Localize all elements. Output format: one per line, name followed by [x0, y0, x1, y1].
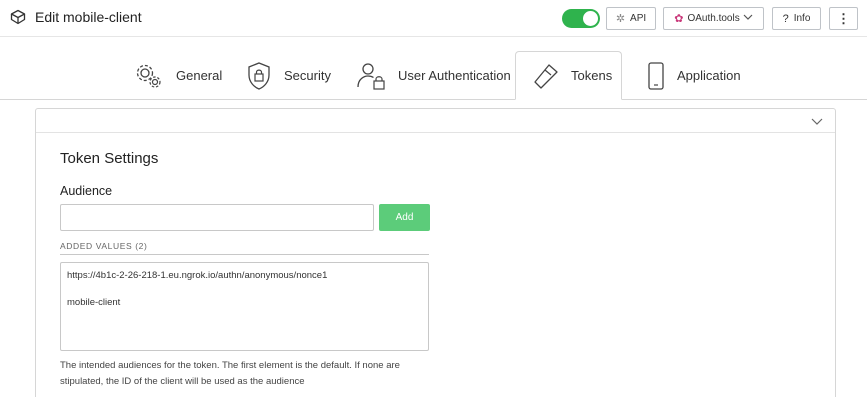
gears-icon [136, 64, 161, 88]
flower-icon: ✿ [674, 13, 684, 25]
tab-user-authentication-label: User Authentication [398, 68, 511, 83]
section-title: Token Settings [60, 150, 159, 167]
phone-icon [648, 61, 664, 90]
network-icon: ✲ [615, 13, 626, 25]
tab-general[interactable]: General [134, 52, 222, 99]
api-button-label: API [630, 13, 647, 24]
kebab-icon: ⋮ [837, 10, 850, 26]
tab-security[interactable]: Security [246, 52, 331, 99]
user-lock-icon [357, 62, 385, 90]
api-button[interactable]: ✲ API [606, 7, 656, 30]
tab-user-authentication[interactable]: User Authentication [356, 52, 511, 99]
tab-tokens[interactable]: Tokens [515, 51, 622, 100]
tab-application-label: Application [677, 68, 741, 83]
audience-help-text: The intended audiences for the token. Th… [60, 360, 400, 387]
shield-lock-icon [248, 61, 270, 90]
tab-security-label: Security [284, 68, 331, 83]
added-values-label: ADDED VALUES (2) [60, 241, 148, 251]
oauth-tools-button[interactable]: ✿ OAuth.tools [663, 7, 764, 30]
list-item[interactable]: https://4b1c-2-26-218-1.eu.ngrok.io/auth… [67, 269, 422, 283]
added-values-list: https://4b1c-2-26-218-1.eu.ngrok.io/auth… [60, 262, 429, 351]
audience-label: Audience [60, 184, 113, 198]
tab-application[interactable]: Application [647, 52, 741, 99]
panel-header [36, 109, 835, 133]
tab-general-label: General [176, 68, 223, 83]
page-title: Edit mobile-client [35, 9, 142, 25]
chevron-down-icon [743, 13, 753, 24]
divider [60, 254, 429, 255]
tab-tokens-label: Tokens [571, 68, 613, 83]
client-enabled-toggle[interactable] [562, 9, 600, 28]
cube-icon [10, 9, 26, 25]
chevron-down-icon[interactable] [811, 114, 823, 126]
audience-input[interactable] [60, 204, 374, 231]
question-icon: ? [782, 12, 789, 25]
list-item[interactable]: mobile-client [67, 296, 422, 310]
add-audience-button[interactable]: Add [379, 204, 430, 231]
token-settings-panel: Token Settings Audience Add ADDED VALUES… [35, 108, 836, 397]
tab-bar: General Security User Authentication Tok… [0, 38, 867, 100]
toggle-knob [583, 11, 598, 26]
oauth-tools-label: OAuth.tools [687, 13, 740, 24]
more-options-button[interactable]: ⋮ [829, 7, 858, 30]
page-title-group: Edit mobile-client [10, 9, 142, 25]
info-button-label: Info [793, 13, 811, 24]
ticket-icon [534, 63, 558, 89]
info-button[interactable]: ? Info [772, 7, 821, 30]
top-bar: Edit mobile-client ✲ API ✿ OAuth.tools ?… [0, 0, 867, 37]
